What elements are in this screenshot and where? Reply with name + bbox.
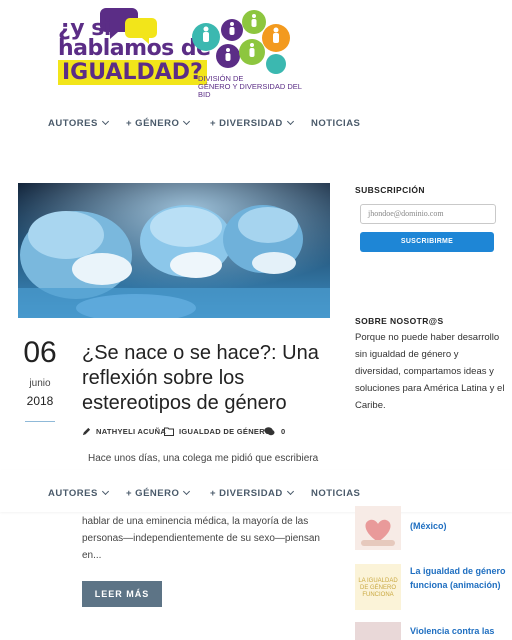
post-excerpt-line2: hablar de una eminencia médica, la mayor… [82, 516, 309, 527]
folder-icon [164, 427, 174, 436]
logo-subtitle-line2: GÉNERO Y DIVERSIDAD DEL BID [198, 82, 302, 99]
date-divider [25, 421, 55, 422]
related-thumb-3[interactable] [355, 622, 401, 640]
email-field[interactable]: jhondoe@dominio.com [360, 204, 496, 224]
related-thumb-1[interactable] [355, 506, 401, 550]
chevron-down-icon [286, 117, 294, 125]
gender-figures-icon [192, 10, 290, 74]
main-nav: AUTORES + GÉNERO + DIVERSIDAD NOTICIAS [0, 111, 512, 135]
about-text: Porque no puede haber desarrollo sin igu… [355, 332, 505, 411]
about-heading: SOBRE NOSOTR@S [355, 316, 444, 326]
related-link-1[interactable]: (México) [410, 519, 447, 533]
related-link-2[interactable]: La igualdad de género funciona (animació… [410, 564, 508, 592]
related-thumb-2-text: LA IGUALDAD DE GÉNERO FUNCIONA [358, 578, 398, 598]
post-title[interactable]: ¿Se nace o se hace?: Una reflexión sobre… [82, 341, 322, 416]
sticky-nav: AUTORES + GÉNERO + DIVERSIDAD NOTICIAS [0, 481, 512, 505]
nav-item-genero[interactable]: + GÉNERO [126, 117, 191, 129]
related-link-3[interactable]: Violencia contra las [410, 624, 494, 638]
sticky-nav-item-genero[interactable]: + GÉNERO [126, 487, 191, 499]
related-thumb-2[interactable]: LA IGUALDAD DE GÉNERO FUNCIONA [355, 564, 401, 610]
pencil-icon [82, 427, 91, 436]
post-excerpt-line4: en... [82, 550, 102, 561]
nav-item-noticias[interactable]: NOTICIAS [311, 118, 360, 129]
sticky-nav-item-autores[interactable]: AUTORES [48, 487, 109, 499]
post-comments[interactable]: 0 [264, 427, 285, 436]
sticky-nav-item-noticias[interactable]: NOTICIAS [311, 488, 360, 499]
sticky-nav-item-diversidad[interactable]: + DIVERSIDAD [210, 487, 294, 499]
read-more-button[interactable]: LEER MÁS [82, 581, 162, 607]
site-logo[interactable]: ¿y si hablamos de IGUALDAD? DIVISIÓN DE … [52, 0, 302, 99]
nav-item-autores[interactable]: AUTORES [48, 117, 109, 129]
post-featured-image[interactable] [18, 183, 330, 318]
post-year: 2018 [26, 394, 54, 408]
chevron-down-icon [183, 117, 191, 125]
chevron-down-icon [101, 487, 109, 495]
post-author[interactable]: NATHYELI ACUÑA [82, 427, 166, 436]
post-excerpt-line1: Hace unos días, una colega me pidió que … [88, 453, 319, 464]
post-excerpt-line3: personas—independientemente de su sexo—p… [82, 533, 320, 544]
subscribe-button[interactable]: SUSCRIBIRME [360, 232, 494, 252]
chevron-down-icon [101, 117, 109, 125]
subscription-heading: SUBSCRIPCIÓN [355, 185, 425, 195]
heart-image-icon [361, 519, 395, 546]
post-category[interactable]: IGUALDAD DE GÉNERO [164, 427, 271, 436]
post-month: junio [29, 378, 51, 389]
chevron-down-icon [183, 487, 191, 495]
chevron-down-icon [286, 487, 294, 495]
nav-item-diversidad[interactable]: + DIVERSIDAD [210, 117, 294, 129]
post-day: 06 [23, 336, 57, 369]
comments-icon [264, 427, 275, 436]
